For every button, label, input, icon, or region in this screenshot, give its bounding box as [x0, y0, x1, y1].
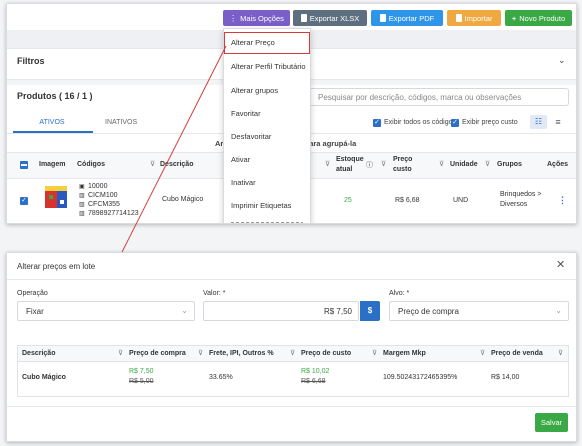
col-description: Descrição — [22, 350, 56, 357]
col-cost-price: Preço de custo — [301, 350, 352, 357]
row-purchase-new: R$ 7,50 — [129, 368, 154, 375]
funnel-icon[interactable]: ⊽ — [198, 349, 203, 357]
target-select[interactable]: Preço de compra ⌄ — [389, 301, 569, 321]
funnel-icon[interactable]: ⊽ — [558, 349, 563, 357]
operation-label: Operação — [17, 290, 48, 297]
col-purchase-price: Preço de compra — [129, 350, 186, 357]
chevron-down-icon: ⌄ — [555, 306, 562, 315]
row-margin: 109.50243172465395% — [383, 374, 458, 381]
chevron-down-icon: ⌄ — [181, 306, 188, 315]
operation-select[interactable]: Fixar ⌄ — [17, 301, 195, 321]
target-label: Alvo: * — [389, 290, 410, 297]
value-label: Valor: * — [203, 290, 226, 297]
funnel-icon[interactable]: ⊽ — [118, 349, 123, 357]
value-input[interactable]: R$ 7,50 — [203, 301, 359, 321]
row-cost-new: R$ 10,02 — [301, 368, 330, 375]
modal-title: Alterar preços em lote — [17, 262, 96, 271]
col-sale-price: Preço de venda — [491, 350, 543, 357]
save-button[interactable]: Salvar — [535, 413, 568, 432]
row-cost-old: R$ 6,68 — [301, 378, 326, 385]
col-margin: Margem Mkp — [383, 350, 426, 357]
currency-addon[interactable]: $ — [360, 301, 380, 321]
close-icon[interactable]: ✕ — [556, 258, 565, 271]
row-description: Cubo Mágico — [22, 374, 66, 381]
col-freight: Frete, IPI, Outros % — [209, 350, 274, 357]
row-freight: 33.65% — [209, 374, 233, 381]
funnel-icon[interactable]: ⊽ — [480, 349, 485, 357]
preview-table: Descrição ⊽ Preço de compra ⊽ Frete, IPI… — [17, 345, 569, 397]
row-purchase-old: R$ 5,00 — [129, 378, 154, 385]
funnel-icon[interactable]: ⊽ — [372, 349, 377, 357]
row-sale-price: R$ 14,00 — [491, 374, 520, 381]
bulk-price-modal: Alterar preços em lote ✕ Operação Fixar … — [6, 252, 577, 442]
funnel-icon[interactable]: ⊽ — [290, 349, 295, 357]
